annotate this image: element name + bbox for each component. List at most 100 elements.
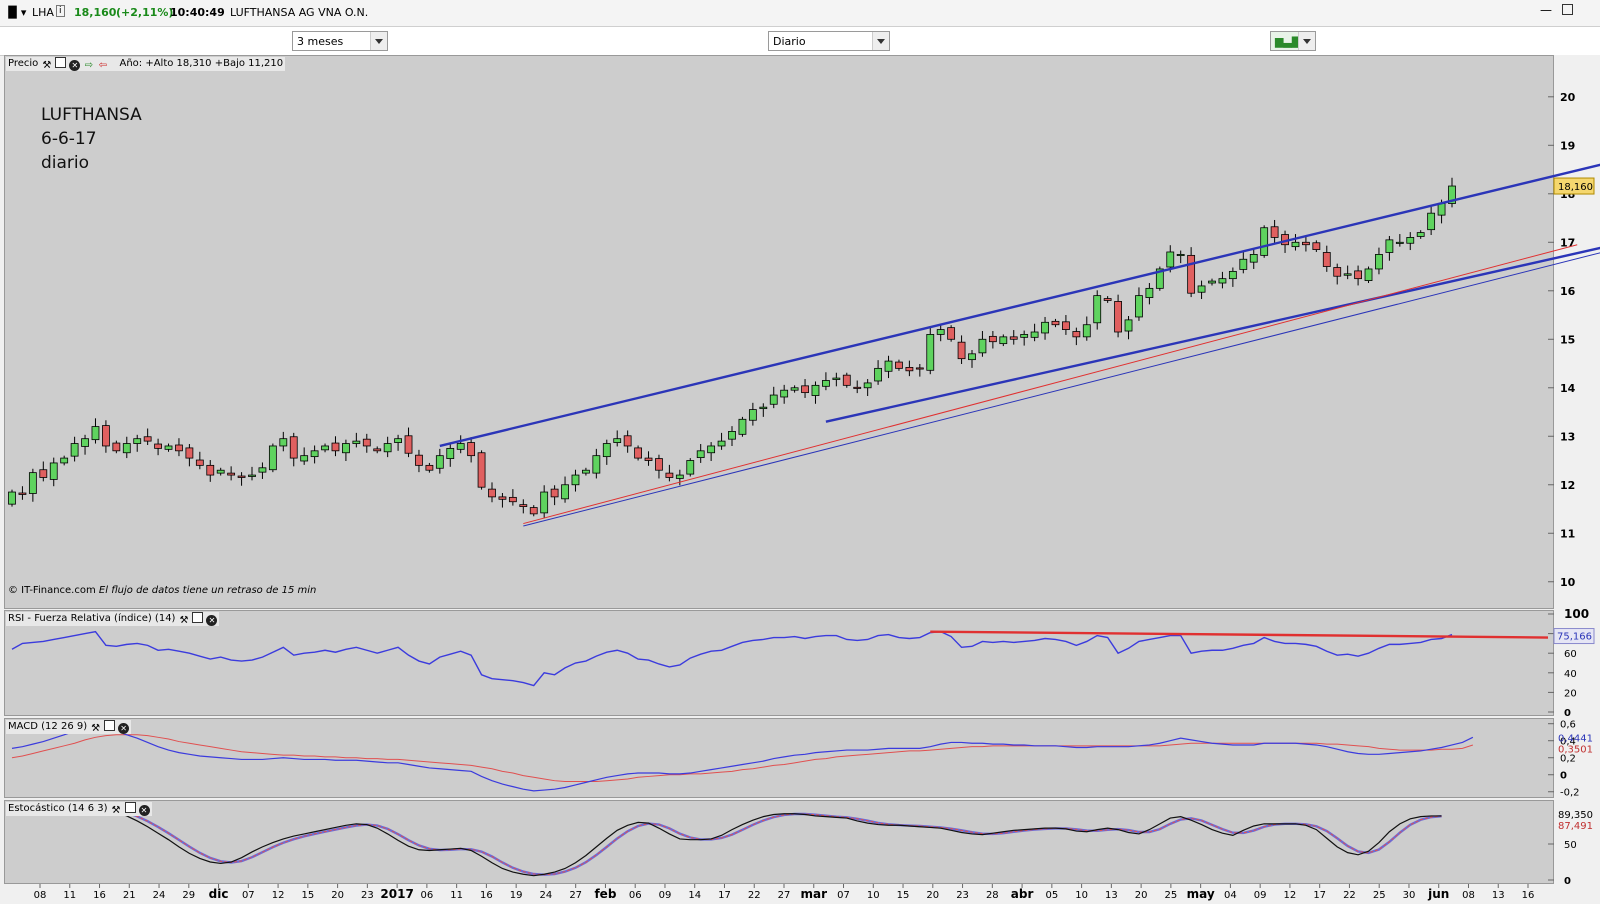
close-icon[interactable]: ✕: [206, 615, 218, 626]
close-icon[interactable]: ✕: [138, 805, 150, 816]
candle-body: [1291, 241, 1300, 248]
candle-body: [60, 457, 69, 464]
candle-body: [905, 367, 914, 372]
candle-body: [1208, 280, 1216, 284]
time-tick-label: 08: [34, 890, 47, 901]
thin-support-line: [523, 252, 1600, 527]
candles: [8, 177, 1456, 519]
candle-body: [258, 467, 267, 473]
candle-body: [602, 443, 611, 458]
candle-body: [634, 447, 642, 459]
rsi-tick-label: 100: [1564, 607, 1589, 621]
candle-body: [1145, 287, 1154, 298]
stoch-k-value-label: 89,350: [1558, 810, 1593, 821]
annotation-line-1: LUFTHANSA: [41, 105, 142, 125]
time-tick-label: 06: [629, 890, 642, 901]
candle-body: [1062, 321, 1070, 330]
candle-body: [738, 418, 747, 435]
candle-body: [874, 367, 882, 382]
export-icon[interactable]: ⇨: [83, 60, 94, 71]
candle-body: [28, 472, 37, 494]
price-tick-label: 15: [1560, 333, 1575, 346]
delay-disclaimer: El flujo de datos tiene un retraso de 15…: [98, 585, 317, 596]
candle-body: [1103, 298, 1112, 301]
window-icon[interactable]: [104, 720, 116, 731]
candle-body: [1166, 251, 1175, 268]
candle-body: [70, 443, 79, 457]
time-tick-label: 16: [1522, 890, 1535, 901]
candle-body: [268, 445, 277, 471]
candle-body: [467, 442, 476, 457]
wrench-icon[interactable]: ⚒: [90, 723, 101, 734]
candle-body: [550, 488, 559, 498]
candle-body: [143, 436, 152, 442]
rsi-line: [11, 630, 1453, 687]
candle-body: [1343, 273, 1352, 276]
time-tick-label: 10: [867, 890, 880, 901]
rsi-panel-label: RSI - Fuerza Relativa (índice) (14) ⚒ ✕: [6, 612, 220, 626]
annotation-line-3: diario: [41, 153, 90, 173]
candle-body: [1020, 334, 1029, 338]
candle-body: [1041, 321, 1049, 334]
wrench-icon[interactable]: ⚒: [41, 60, 52, 71]
wrench-icon[interactable]: ⚒: [111, 805, 122, 816]
candle-body: [895, 361, 903, 369]
candle-body: [988, 335, 997, 343]
candle-body: [582, 469, 590, 474]
stoch-tick-label: 50: [1564, 840, 1577, 851]
candle-body: [1051, 320, 1060, 326]
candle-body: [456, 443, 465, 450]
candle-body: [122, 443, 131, 454]
window-icon[interactable]: [192, 612, 204, 623]
time-tick-label: 05: [1045, 890, 1058, 901]
price-panel-label: Precio ⚒ ✕ ⇨ ⇦ Año: +Alto 18,310 +Bajo 11,21…: [6, 57, 286, 71]
last-price-badge-label: 18,160: [1558, 182, 1593, 193]
time-tick-label: 27: [778, 890, 791, 901]
time-tick-label: 15: [897, 890, 910, 901]
time-tick-label: 04: [1224, 890, 1237, 901]
close-icon[interactable]: ✕: [69, 60, 81, 71]
candle-body: [206, 464, 215, 476]
time-tick-label: 23: [956, 890, 969, 901]
stoch-d-band: [12, 806, 1442, 876]
candle-body: [644, 457, 653, 461]
candle-body: [216, 469, 225, 474]
candle-body: [519, 504, 528, 507]
close-icon[interactable]: ✕: [118, 723, 130, 734]
time-tick-label: 08: [1462, 890, 1475, 901]
candle-body: [801, 385, 809, 394]
candle-body: [686, 460, 695, 475]
window-icon[interactable]: [55, 57, 67, 68]
candle-body: [863, 382, 872, 389]
price-tick-label: 20: [1560, 91, 1576, 104]
time-tick-label: 23: [361, 890, 374, 901]
price-label-text: Precio: [8, 58, 39, 69]
candle-body: [1093, 295, 1102, 324]
time-tick-label: mar: [800, 887, 827, 901]
candle-body: [477, 452, 486, 488]
candle-body: [1124, 319, 1133, 332]
time-tick-label: 27: [569, 890, 582, 901]
candle-body: [498, 496, 507, 500]
candle-body: [1427, 212, 1436, 231]
candle-body: [790, 387, 799, 391]
window-icon[interactable]: [124, 802, 136, 813]
macd-value-label: 0,4441: [1558, 733, 1593, 744]
candle-body: [1354, 270, 1362, 280]
candle-body: [133, 438, 142, 444]
candle-body: [1375, 254, 1383, 270]
remove-icon[interactable]: ⇦: [97, 60, 108, 71]
time-tick-label: 17: [718, 890, 731, 901]
candle-body: [248, 474, 256, 477]
chart-canvas: 101112131415161718192018,160020406080100…: [8, 91, 1600, 901]
candle-body: [665, 472, 674, 478]
wrench-icon[interactable]: ⚒: [178, 615, 189, 626]
candle-body: [999, 336, 1008, 345]
macd-signal-value-label: 0,3501: [1558, 745, 1593, 756]
time-tick-label: 29: [182, 890, 195, 901]
candle-body: [1437, 203, 1446, 216]
time-tick-label: 24: [540, 890, 553, 901]
rsi-resistance-line: [930, 630, 1549, 639]
stoch-d-value-label: 87,491: [1558, 821, 1593, 832]
candle-body: [780, 389, 789, 398]
